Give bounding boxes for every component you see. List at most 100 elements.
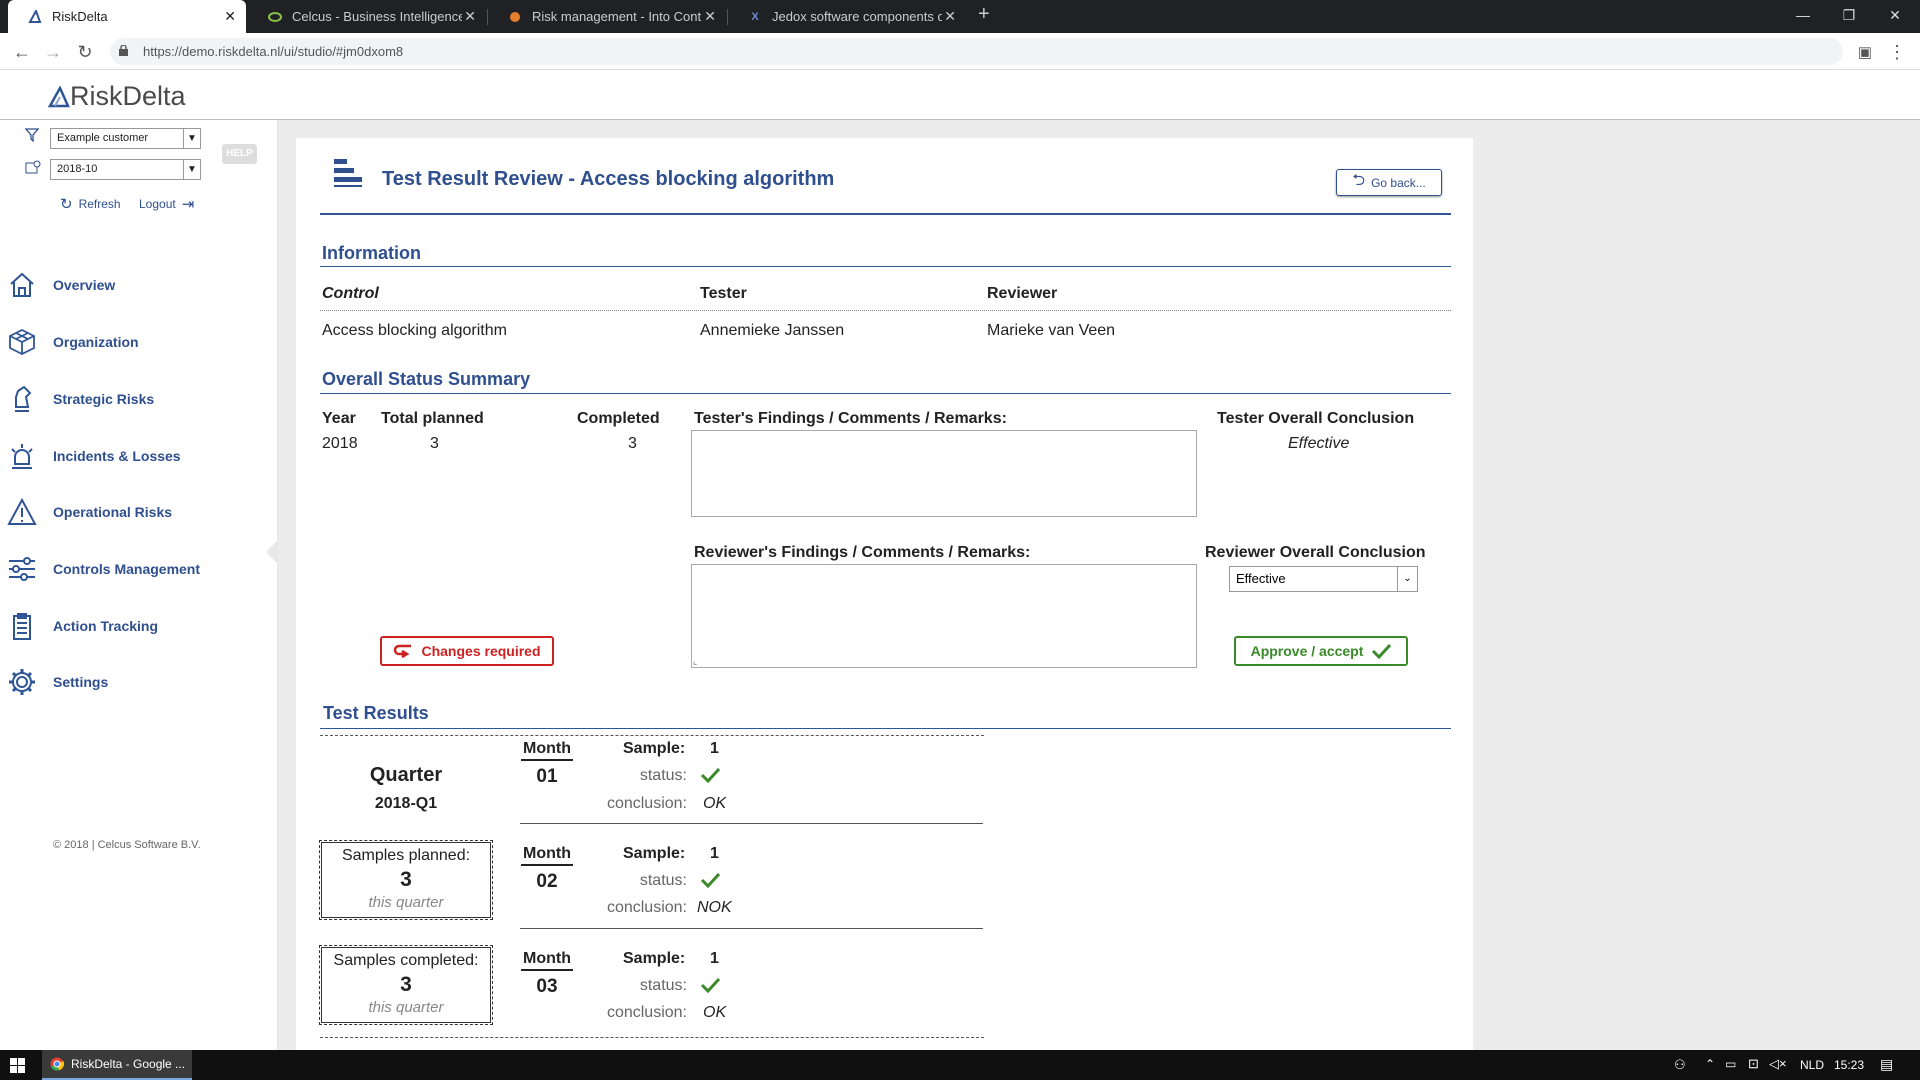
tab-title: Risk management - Into Control (532, 9, 702, 24)
windows-start-icon[interactable] (10, 1058, 25, 1073)
browser-menu-icon[interactable]: ⋮ (1884, 39, 1910, 65)
restore-window-icon[interactable]: ❐ (1826, 0, 1872, 30)
go-back-button[interactable]: ⮌ Go back... (1336, 169, 1442, 196)
calendar-icon (25, 160, 41, 174)
close-tab-icon[interactable]: ✕ (704, 8, 716, 25)
network-icon[interactable]: ⊡ (1748, 1056, 1759, 1072)
browser-tab[interactable]: RiskDelta ✕ (8, 0, 246, 33)
samples-completed-box: Samples completed: 3 this quarter (319, 945, 493, 1025)
close-window-icon[interactable]: ✕ (1872, 0, 1918, 30)
control-value: Access blocking algorithm (322, 322, 507, 339)
period-select[interactable]: 2018-10 ▼ (50, 159, 201, 180)
chrome-icon (50, 1057, 64, 1071)
close-tab-icon[interactable]: ✕ (224, 8, 236, 25)
reviewer-findings-textarea[interactable]: ⌞ (691, 564, 1197, 668)
logout-icon: ⇥ (181, 196, 195, 213)
notifications-icon[interactable]: ▤ (1880, 1056, 1893, 1073)
volume-muted-icon[interactable]: ◁× (1769, 1056, 1787, 1072)
samples-planned-value: 3 (400, 868, 412, 891)
alarm-light-icon (11, 444, 33, 469)
back-arrow-icon[interactable]: ← (9, 39, 35, 65)
nav-item-incidents-losses[interactable]: Incidents & Losses (0, 436, 277, 476)
checkmark-icon (1372, 643, 1392, 659)
resize-handle-icon[interactable]: ⌞ (693, 656, 697, 667)
header-divider (320, 310, 1451, 311)
chevron-down-icon: ▼ (183, 160, 200, 179)
intocontrol-favicon-icon (508, 10, 522, 24)
status-ok-check-icon (700, 872, 720, 888)
sample-label: Sample: (623, 845, 686, 862)
clipboard-icon (13, 613, 31, 640)
reviewer-conclusion-select[interactable]: Effective ⌄ (1229, 566, 1418, 592)
status-label: status: (639, 767, 687, 784)
nav-item-operational-risks[interactable]: Operational Risks (0, 492, 277, 532)
logo-text: RiskDelta (70, 81, 186, 111)
profile-icon[interactable]: ▣ (1852, 39, 1878, 65)
nav-item-strategic-risks[interactable]: Strategic Risks (0, 379, 277, 419)
quarter-value: 2018-Q1 (374, 795, 438, 812)
month-value: 01 (536, 766, 558, 787)
sliders-icon (9, 557, 35, 581)
riskdelta-logo[interactable]: RiskDelta (48, 81, 186, 112)
delta-logo-icon (48, 85, 70, 107)
logout-button[interactable]: Logout ⇥ (139, 195, 194, 213)
nav-item-action-tracking[interactable]: Action Tracking (0, 606, 277, 646)
summary-heading: Overall Status Summary (322, 369, 531, 389)
browser-tab[interactable]: Risk management - Into Control ✕ (488, 0, 726, 33)
nav-label: Organization (53, 334, 139, 350)
status-ok-check-icon (700, 767, 720, 783)
tray-chevron-up-icon[interactable]: ⌃ (1705, 1057, 1715, 1071)
month-divider (520, 823, 983, 824)
close-tab-icon[interactable]: ✕ (464, 8, 476, 25)
chevron-down-icon: ▼ (183, 129, 200, 148)
minimize-window-icon[interactable]: — (1780, 0, 1826, 30)
approve-accept-button[interactable]: Approve / accept (1234, 636, 1408, 666)
return-arrow-icon (394, 644, 412, 659)
nav-label: Overview (53, 277, 116, 293)
status-label: status: (639, 977, 687, 994)
nav-item-settings[interactable]: Settings (0, 662, 277, 702)
home-icon (10, 272, 34, 297)
conclusion-label: conclusion: (606, 1004, 687, 1021)
people-icon[interactable]: ⚇ (1674, 1057, 1686, 1073)
taskbar-app-label: RiskDelta - Google ... (71, 1057, 186, 1071)
browser-tab[interactable]: Celcus - Business Intelligence en ✕ (248, 0, 486, 33)
close-tab-icon[interactable]: ✕ (944, 8, 956, 25)
tab-title: Jedox software components driv (772, 9, 942, 24)
forward-arrow-icon[interactable]: → (40, 39, 66, 65)
tester-label: Tester (700, 285, 747, 302)
month-value: 03 (536, 976, 558, 997)
quarter-label: Quarter (369, 764, 443, 786)
taskbar-chrome-button[interactable]: RiskDelta - Google ... (42, 1050, 192, 1080)
new-tab-plus-icon[interactable]: + (978, 3, 990, 26)
battery-icon[interactable]: ▭ (1725, 1057, 1736, 1071)
nav-item-controls-management[interactable]: Controls Management (0, 549, 277, 589)
refresh-button[interactable]: ↻ Refresh (60, 195, 121, 213)
changes-required-button[interactable]: Changes required (380, 636, 554, 666)
reload-icon[interactable]: ↻ (72, 39, 98, 65)
nav-item-organization[interactable]: Organization (0, 322, 277, 362)
total-planned-label: Total planned (381, 410, 484, 427)
nav-item-overview[interactable]: Overview (0, 265, 277, 305)
chess-knight-icon (15, 385, 32, 412)
completed-label: Completed (577, 410, 660, 427)
help-badge[interactable]: HELP (222, 144, 257, 164)
browser-tab[interactable]: X Jedox software components driv ✕ (728, 0, 966, 33)
language-indicator[interactable]: NLD (1800, 1058, 1824, 1072)
sample-value: 1 (710, 740, 719, 757)
reviewer-conclusion-label: Reviewer Overall Conclusion (1205, 544, 1426, 561)
lock-icon (119, 43, 128, 56)
address-bar[interactable]: https://demo.riskdelta.nl/ui/studio/#jm0… (110, 38, 1843, 65)
reply-arrow-icon: ⮌ (1352, 172, 1366, 189)
customer-select[interactable]: Example customer ▼ (50, 128, 201, 149)
copyright: © 2018 | Celcus Software B.V. (53, 839, 201, 851)
samples-completed-value: 3 (400, 973, 412, 996)
nav-label: Incidents & Losses (53, 448, 181, 464)
conclusion-label: conclusion: (606, 899, 687, 916)
tab-title: RiskDelta (52, 9, 108, 24)
clock[interactable]: 15:23 (1834, 1058, 1864, 1072)
active-nav-pointer (266, 540, 278, 564)
app-header: RiskDelta (0, 70, 1920, 120)
tester-findings-textarea[interactable] (691, 430, 1197, 517)
customer-select-value: Example customer (57, 132, 149, 144)
